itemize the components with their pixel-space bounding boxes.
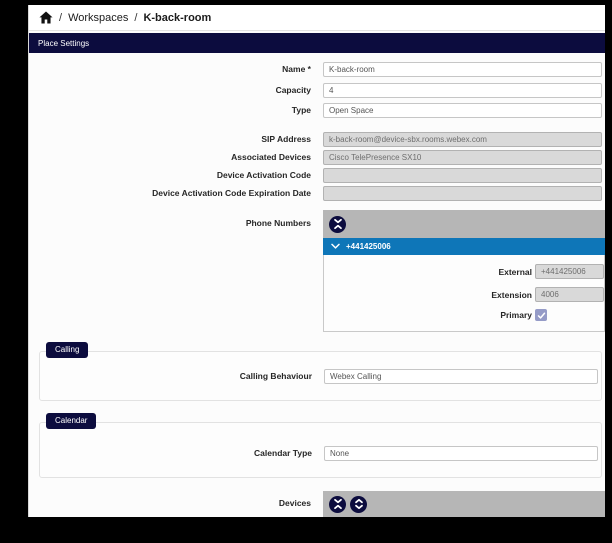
activation-code-label: Device Activation Code <box>216 170 311 181</box>
external-input <box>535 264 604 279</box>
activation-code-expiration-input <box>323 186 602 201</box>
breadcrumb: / Workspaces / K-back-room <box>29 5 605 31</box>
collapse-all-icon[interactable] <box>329 215 346 233</box>
detail-row-primary: Primary <box>324 309 604 321</box>
collapse-all-icon[interactable] <box>329 495 346 513</box>
calling-behaviour-select[interactable] <box>324 369 598 384</box>
extension-label: Extension <box>491 289 532 300</box>
type-label: Type <box>291 105 311 116</box>
breadcrumb-separator: / <box>59 11 63 24</box>
calling-section: Calling Calling Behaviour <box>39 342 602 401</box>
calendar-type-label: Calendar Type <box>254 448 312 459</box>
capacity-label: Capacity <box>275 85 311 96</box>
breadcrumb-item-workspaces[interactable]: Workspaces <box>68 12 128 24</box>
form-row-calendar-type: Calendar Type <box>40 446 601 461</box>
phone-numbers-panel: +441425006 External Extension Primary <box>323 210 605 332</box>
phone-number-details: External Extension Primary <box>323 255 605 332</box>
section-header-place-settings: Place Settings <box>29 33 605 53</box>
checkmark-icon <box>537 312 545 319</box>
screen: { "breadcrumb": { "sep1": "/", "sep2": "… <box>0 0 612 543</box>
phone-number-value: +441425006 <box>346 242 391 251</box>
sip-address-label: SIP Address <box>261 134 311 145</box>
form-row-sip-address: SIP Address <box>29 132 605 147</box>
associated-devices-label: Associated Devices <box>231 152 311 163</box>
form-row-capacity: Capacity <box>29 83 605 98</box>
calling-section-badge[interactable]: Calling <box>46 342 89 358</box>
form-row-name: Name * <box>29 62 605 77</box>
form-row-type: Type <box>29 103 605 118</box>
phone-number-entry-header[interactable]: +441425006 <box>323 238 605 255</box>
breadcrumb-separator: / <box>134 11 138 24</box>
detail-row-external: External <box>324 264 604 279</box>
primary-label: Primary <box>500 310 532 320</box>
calendar-section: Calendar Calendar Type <box>39 413 602 478</box>
form-row-devices: Devices <box>29 491 605 517</box>
name-label: Name * <box>282 64 311 75</box>
chevron-down-icon <box>331 243 340 250</box>
form-row-activation-code-expiration: Device Activation Code Expiration Date <box>29 186 605 201</box>
calling-behaviour-label: Calling Behaviour <box>239 371 312 382</box>
devices-panel-toolbar <box>323 491 605 517</box>
activation-code-input <box>323 168 602 183</box>
detail-row-extension: Extension <box>324 287 604 302</box>
phone-panel-toolbar <box>323 210 605 238</box>
associated-devices-input <box>323 150 602 165</box>
phone-numbers-label: Phone Numbers <box>245 218 311 228</box>
extension-input <box>535 287 604 302</box>
activation-code-expiration-label: Device Activation Code Expiration Date <box>152 188 311 199</box>
calendar-type-select[interactable] <box>324 446 598 461</box>
place-settings-form: Name * Capacity Type SIP Address Associa… <box>29 53 605 517</box>
section-title: Place Settings <box>38 38 90 48</box>
name-input[interactable] <box>323 62 602 77</box>
capacity-input[interactable] <box>323 83 602 98</box>
form-row-activation-code: Device Activation Code <box>29 168 605 183</box>
breadcrumb-current-page: K-back-room <box>143 11 212 24</box>
devices-label: Devices <box>278 498 311 508</box>
form-row-phone-numbers: Phone Numbers +441425006 External +44142… <box>29 210 605 332</box>
app-window: / Workspaces / K-back-room Place Setting… <box>28 5 605 517</box>
expand-all-icon[interactable] <box>350 495 367 513</box>
sip-address-input <box>323 132 602 147</box>
primary-checkbox[interactable] <box>535 309 547 321</box>
calendar-section-badge[interactable]: Calendar <box>46 413 97 429</box>
home-icon[interactable] <box>39 11 53 24</box>
external-label: External <box>498 266 532 277</box>
form-row-associated-devices: Associated Devices <box>29 150 605 165</box>
form-row-calling-behaviour: Calling Behaviour <box>40 369 601 384</box>
type-select[interactable] <box>323 103 602 118</box>
